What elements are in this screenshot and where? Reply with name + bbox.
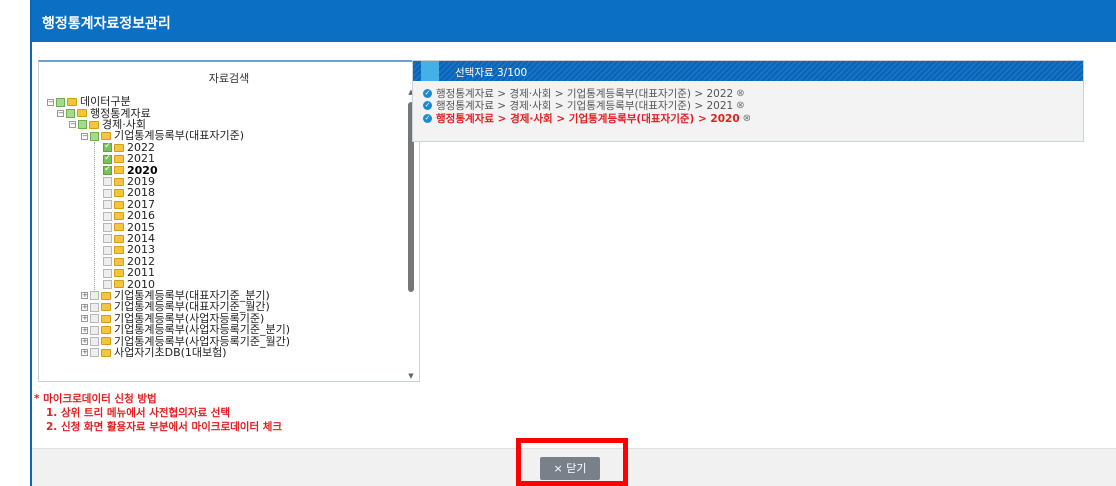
folder-icon (101, 348, 111, 357)
tree-checkbox[interactable] (103, 222, 112, 232)
notes-step-1: 1. 상위 트리 메뉴에서 사전협의자료 선택 (46, 407, 231, 419)
expand-icon[interactable]: + (81, 326, 88, 334)
selected-item: ✓ 행정통계자료 > 경제·사회 > 기업통계등록부(대표자기준) > 2020 ⊗ (423, 112, 1083, 125)
folder-icon (101, 132, 111, 141)
tree-checkbox[interactable] (103, 245, 112, 255)
tree-checkbox[interactable] (103, 153, 112, 164)
folder-icon (114, 166, 124, 175)
check-circle-icon: ✓ (423, 101, 432, 111)
folder-icon (101, 314, 111, 323)
tree-checkbox[interactable] (103, 211, 112, 221)
folder-icon (114, 177, 124, 186)
folder-icon (114, 200, 124, 209)
expand-icon[interactable]: + (81, 292, 88, 300)
tree-node-label: 2016 (127, 209, 155, 223)
tree-checkbox[interactable] (90, 291, 99, 301)
folder-icon (101, 291, 111, 300)
tree-node-label: 사업자기초DB(1대보험) (114, 346, 227, 360)
selected-panel-header: 선택자료 3/100 (413, 61, 1083, 81)
check-circle-icon: ✓ (423, 113, 432, 123)
folder-icon (101, 326, 111, 334)
folder-icon (114, 280, 124, 289)
expand-icon[interactable]: + (81, 315, 88, 323)
remove-icon[interactable]: ⊗ (743, 113, 751, 124)
notes-heading: * 마이크로데이터 신청 방법 (34, 393, 157, 405)
tree-node-label: 2011 (127, 266, 155, 280)
tree-checkbox[interactable] (103, 200, 112, 210)
expand-icon[interactable]: + (81, 303, 88, 311)
tree-checkbox[interactable] (103, 268, 112, 278)
tree-node-sibling[interactable]: + 사업자기초DB(1대보험) (81, 347, 227, 359)
folder-icon (101, 337, 111, 346)
collapse-icon[interactable]: − (57, 109, 64, 117)
tree-node-label: 데이터구분 (80, 96, 131, 109)
scroll-down-arrow-icon[interactable]: ▼ (405, 372, 417, 382)
tree-guide-line (94, 141, 95, 290)
close-button[interactable]: × 닫기 (540, 457, 600, 480)
search-panel-title: 자료검색 (208, 72, 250, 85)
folder-icon (101, 303, 111, 312)
folder-icon (77, 109, 87, 118)
selected-panel: 선택자료 3/100 ✓ 행정통계자료 > 경제·사회 > 기업통계등록부(대표자… (412, 60, 1084, 142)
tree-checkbox[interactable] (103, 257, 112, 267)
folder-icon (89, 120, 99, 129)
folder-icon (114, 212, 124, 220)
folder-icon (114, 257, 124, 266)
tree-checkbox[interactable] (103, 141, 112, 152)
tree-checkbox[interactable] (103, 188, 112, 198)
collapse-icon[interactable]: − (69, 121, 76, 129)
tree-checkbox[interactable] (78, 120, 87, 130)
check-circle-icon: ✓ (423, 88, 432, 98)
expand-icon[interactable]: + (81, 349, 88, 357)
tree-checkbox[interactable] (90, 314, 99, 324)
collapse-icon[interactable]: − (81, 132, 88, 140)
remove-icon[interactable]: ⊗ (736, 100, 744, 111)
folder-icon (114, 223, 124, 232)
tree-node-label: 2021 (127, 152, 155, 166)
dialog-title: 행정통계자료정보관리 (32, 0, 1116, 42)
notes-step-2: 2. 신청 화면 활용자료 부분에서 마이크로데이터 체크 (46, 421, 283, 433)
tree-checkbox[interactable] (90, 325, 99, 335)
expand-icon[interactable]: + (81, 337, 88, 345)
search-panel: 자료검색 −데이터구분−행정통계자료−경제·사회−기업통계등록부(대표자기준)2… (38, 60, 420, 382)
tree-checkbox[interactable] (90, 336, 99, 346)
remove-icon[interactable]: ⊗ (736, 88, 744, 99)
folder-icon (114, 246, 124, 255)
tree-checkbox[interactable] (90, 131, 99, 141)
tree-checkbox[interactable] (90, 348, 99, 358)
data-tree[interactable]: −데이터구분−행정통계자료−경제·사회−기업통계등록부(대표자기준)202220… (47, 96, 399, 382)
tree-checkbox[interactable] (103, 234, 112, 244)
folder-icon (67, 98, 77, 106)
folder-icon (114, 155, 124, 163)
tree-node-label: 기업통계등록부(사업자등록기준_분기) (114, 323, 291, 337)
microdata-notes: * 마이크로데이터 신청 방법 1. 상위 트리 메뉴에서 사전협의자료 선택 … (34, 392, 282, 434)
folder-icon (114, 189, 124, 198)
collapse-icon[interactable]: − (47, 98, 54, 106)
folder-icon (114, 269, 124, 277)
tree-checkbox[interactable] (103, 164, 112, 175)
tree-checkbox[interactable] (103, 177, 112, 187)
tree-checkbox[interactable] (90, 302, 99, 312)
tree-checkbox[interactable] (56, 97, 65, 107)
dialog: 행정통계자료정보관리 자료검색 − 데이터구분 − 행정통계자료 − 경제·사회 − 기업통계… (30, 0, 1116, 486)
selected-panel-title: 선택자료 3/100 (455, 67, 528, 79)
tree-checkbox[interactable] (103, 279, 112, 289)
selected-item-path: 행정통계자료 > 경제·사회 > 기업통계등록부(대표자기준) > 2020 (436, 112, 740, 125)
tree-checkbox[interactable] (66, 108, 75, 118)
selected-list: ✓ 행정통계자료 > 경제·사회 > 기업통계등록부(대표자기준) > 2022 ⊗… (413, 81, 1083, 125)
folder-icon (114, 143, 124, 152)
tab-marker (421, 61, 439, 81)
folder-icon (114, 234, 124, 243)
